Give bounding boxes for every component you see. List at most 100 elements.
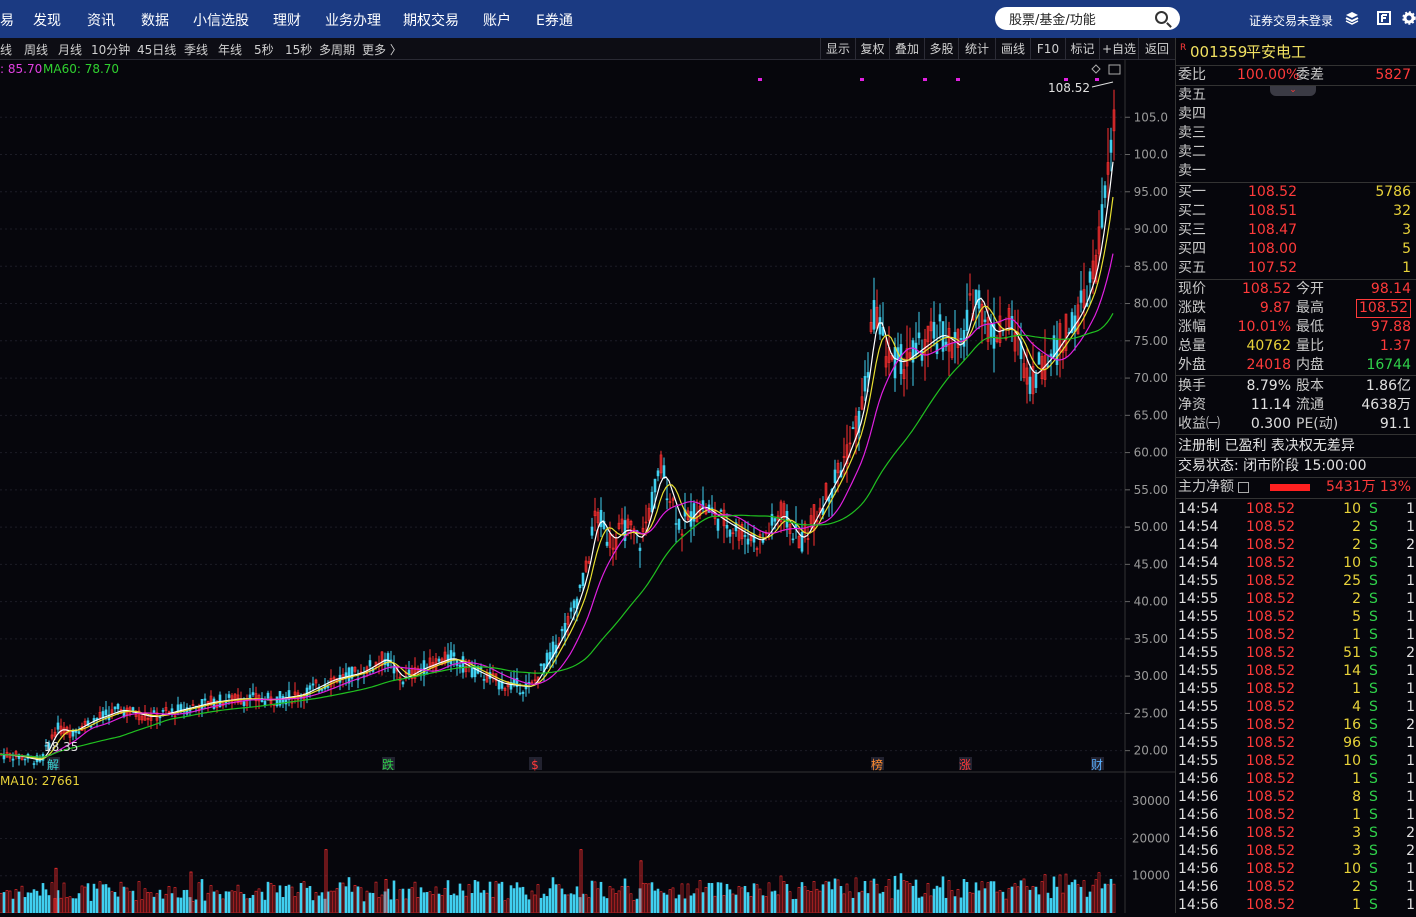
volume-bar [335, 888, 339, 914]
volume-bar [146, 892, 150, 914]
main-flow-detail-icon[interactable] [1238, 482, 1249, 493]
volume-bar [284, 885, 288, 914]
volume-bar [734, 894, 738, 914]
stat-value: 10.01% [1237, 319, 1291, 335]
candle-body [308, 685, 312, 690]
f10-icon[interactable] [1377, 11, 1391, 25]
volume-bar [1013, 883, 1017, 914]
tick-row: 14:55 108.52 10 S 1 [1176, 752, 1416, 770]
volume-bar [164, 893, 168, 914]
tick-count: 1 [1406, 789, 1415, 805]
nav-item-2[interactable]: 资讯 [87, 10, 115, 30]
period-5[interactable]: 季线 [184, 41, 208, 58]
tick-side: S [1369, 699, 1378, 715]
volume-bar [458, 883, 462, 914]
volume-bar [41, 883, 45, 914]
period-2[interactable]: 月线 [58, 41, 82, 58]
candle-body [461, 656, 465, 673]
volume-bar [563, 894, 567, 914]
stat-value: 11.14 [1250, 397, 1291, 413]
tool-5[interactable]: 画线 [995, 38, 1030, 60]
volume-bar [311, 900, 315, 914]
period-7[interactable]: 5秒 [254, 41, 274, 58]
volume-bar [170, 893, 174, 914]
nav-item-4[interactable]: 小信选股 [193, 10, 249, 30]
volume-bar [488, 881, 492, 914]
tick-volume: 2 [1352, 591, 1361, 607]
period-8[interactable]: 15秒 [285, 41, 312, 58]
tool-7[interactable]: 标记 [1065, 38, 1099, 60]
volume-bar [728, 889, 732, 914]
buy-volume: 32 [1393, 203, 1411, 219]
volume-bar [977, 890, 981, 914]
volume-bar [320, 892, 324, 914]
period-0[interactable]: 线 [0, 41, 12, 58]
volume-bar [218, 894, 222, 914]
tool-2[interactable]: 叠加 [889, 38, 924, 60]
tool-0[interactable]: 显示 [820, 38, 855, 60]
volume-tick-label: 10000 [1132, 869, 1170, 883]
period-9[interactable]: 多周期 [319, 41, 355, 58]
tick-time: 14:56 [1178, 843, 1219, 859]
buy-level-label: 买二 [1178, 203, 1206, 219]
stat-value: 9.87 [1259, 300, 1291, 316]
volume-bar [965, 882, 969, 914]
period-3[interactable]: 10分钟 [91, 41, 130, 58]
period-10[interactable]: 更多 〉 [362, 41, 402, 58]
candle-body [725, 525, 729, 529]
nav-item-6[interactable]: 业务办理 [325, 10, 381, 30]
gear-icon[interactable] [1402, 11, 1416, 25]
volume-bar [953, 896, 957, 914]
volume-bar [545, 896, 549, 914]
price-tick-label: 40.00 [1134, 595, 1168, 609]
volume-bar [245, 898, 249, 914]
login-status[interactable]: 证券交易未登录 [1249, 12, 1333, 29]
volume-bar [1058, 874, 1062, 914]
volume-bar [935, 885, 939, 914]
volume-bar [227, 891, 231, 914]
volume-bar [371, 892, 375, 914]
nav-item-1[interactable]: 发现 [33, 10, 61, 30]
kline-chart-area[interactable]: 105.0 100.0 95.00 90.00 85.00 80.00 75.00 70.00… [0, 60, 1175, 914]
tool-1[interactable]: 复权 [855, 38, 889, 60]
period-4[interactable]: 45日线 [137, 41, 176, 58]
volume-bar [1046, 892, 1050, 914]
tick-side: S [1369, 663, 1378, 679]
volume-bar [59, 897, 63, 914]
buy-price: 108.51 [1248, 203, 1297, 219]
nav-item-9[interactable]: E券通 [536, 10, 573, 30]
volume-bar [113, 891, 117, 914]
period-6[interactable]: 年线 [218, 41, 242, 58]
nav-item-7[interactable]: 期权交易 [403, 10, 459, 30]
volume-bar [632, 900, 636, 914]
tick-side: S [1369, 537, 1378, 553]
tool-9[interactable]: 返回 [1138, 38, 1175, 60]
price-tick-label: 55.00 [1134, 483, 1168, 497]
nav-item-0[interactable]: 易 [0, 10, 14, 30]
volume-bar [251, 894, 255, 914]
nav-item-5[interactable]: 理财 [273, 10, 301, 30]
volume-bar [812, 881, 816, 914]
tick-time: 14:55 [1178, 753, 1219, 769]
tick-volume: 96 [1343, 735, 1361, 751]
price-tick-label: 105.0 [1134, 110, 1168, 124]
buy-price: 108.52 [1248, 184, 1297, 200]
candle-body [959, 338, 963, 340]
layers-icon[interactable] [1345, 11, 1359, 25]
stat-value: 91.1 [1379, 416, 1411, 432]
search-icon[interactable] [1155, 11, 1168, 24]
tool-8[interactable]: +自选 [1099, 38, 1138, 60]
volume-bar [1112, 883, 1116, 914]
volume-bar [785, 884, 789, 914]
volume-bar [68, 896, 72, 914]
search-box[interactable]: 股票/基金/功能 [995, 7, 1180, 30]
volume-bar [155, 893, 159, 914]
period-1[interactable]: 周线 [24, 41, 48, 58]
volume-bar [701, 892, 705, 914]
nav-item-8[interactable]: 账户 [483, 10, 511, 30]
tool-4[interactable]: 统计 [958, 38, 995, 60]
nav-item-3[interactable]: 数据 [141, 10, 169, 30]
tool-6[interactable]: F10 [1030, 38, 1065, 60]
tool-3[interactable]: 多股 [924, 38, 958, 60]
candle-body [581, 572, 585, 586]
